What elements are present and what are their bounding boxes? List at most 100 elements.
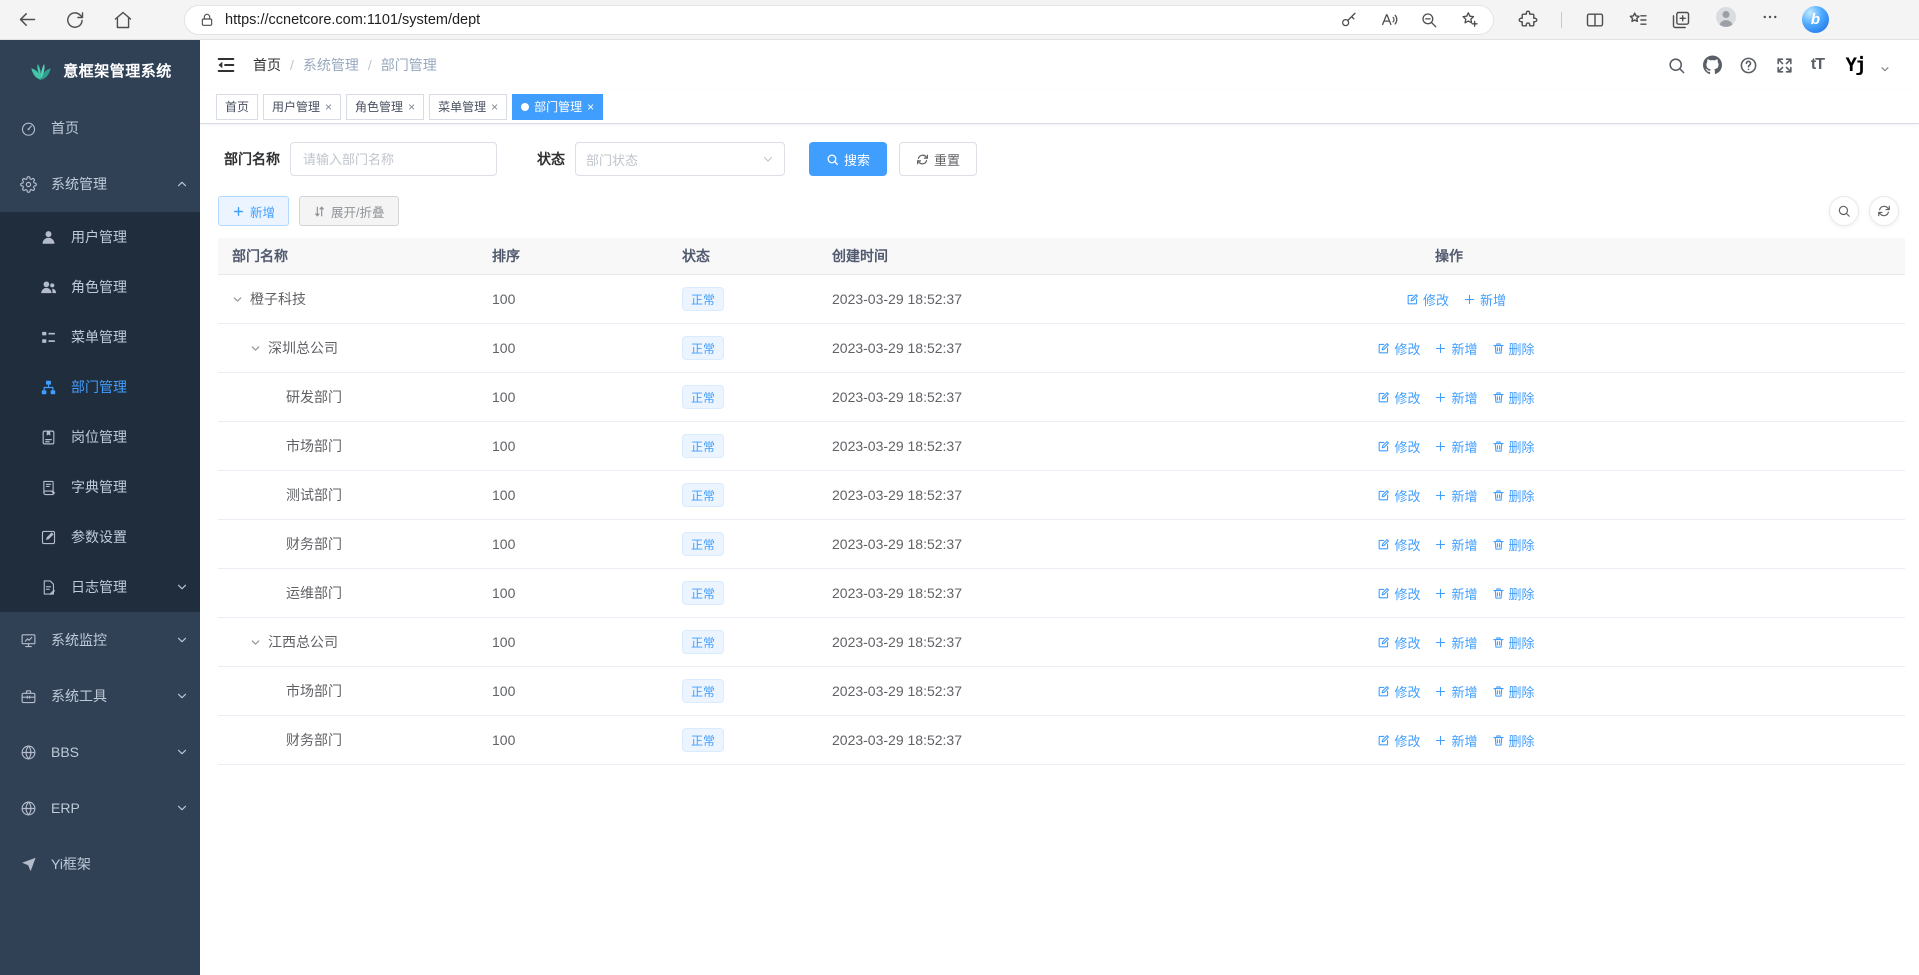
collections-icon[interactable] <box>1671 10 1691 30</box>
row-add-link[interactable]: 新增 <box>1434 437 1477 456</box>
tab-role[interactable]: 角色管理× <box>346 94 424 120</box>
row-delete-link[interactable]: 删除 <box>1492 339 1535 358</box>
sidebar-item-role[interactable]: 角色管理 <box>0 262 200 312</box>
row-delete-link[interactable]: 删除 <box>1492 486 1535 505</box>
row-add-link[interactable]: 新增 <box>1434 633 1477 652</box>
status-select[interactable]: 部门状态 <box>575 142 785 176</box>
row-edit-link[interactable]: 修改 <box>1377 731 1420 750</box>
add-favorite-icon[interactable] <box>1460 10 1479 29</box>
sidebar-item-tool[interactable]: 系统工具 <box>0 668 200 724</box>
sidebar-item-yiframe[interactable]: Yi框架 <box>0 836 200 892</box>
add-button[interactable]: 新增 <box>218 196 289 226</box>
row-delete-link[interactable]: 删除 <box>1492 388 1535 407</box>
extensions-icon[interactable] <box>1518 10 1538 30</box>
sidebar-item-param[interactable]: 参数设置 <box>0 512 200 562</box>
browser-back-button[interactable] <box>14 7 40 33</box>
sidebar-fold-icon[interactable] <box>215 54 237 76</box>
sidebar-item-erp[interactable]: ERP <box>0 780 200 836</box>
row-edit-link[interactable]: 修改 <box>1377 339 1420 358</box>
show-search-button[interactable] <box>1829 196 1859 226</box>
row-edit-link[interactable]: 修改 <box>1377 437 1420 456</box>
sidebar: 意框架管理系统 首页系统管理用户管理角色管理菜单管理部门管理岗位管理字典管理参数… <box>0 40 200 975</box>
row-expand-toggle[interactable] <box>250 637 268 648</box>
read-aloud-icon[interactable] <box>1380 11 1398 29</box>
sidebar-item-post[interactable]: 岗位管理 <box>0 412 200 462</box>
password-key-icon[interactable] <box>1340 11 1358 29</box>
row-add-link[interactable]: 新增 <box>1434 339 1477 358</box>
row-add-link[interactable]: 新增 <box>1434 731 1477 750</box>
row-add-link[interactable]: 新增 <box>1434 682 1477 701</box>
refresh-table-button[interactable] <box>1869 196 1899 226</box>
fullscreen-icon[interactable] <box>1775 56 1794 75</box>
font-size-icon[interactable]: tT <box>1811 56 1824 74</box>
address-bar[interactable]: https://ccnetcore.com:1101/system/dept <box>184 5 1494 35</box>
browser-home-button[interactable] <box>110 7 136 33</box>
tab-home[interactable]: 首页 <box>216 94 258 120</box>
tab-menu[interactable]: 菜单管理× <box>429 94 507 120</box>
browser-refresh-button[interactable] <box>62 7 88 33</box>
split-screen-icon[interactable] <box>1585 10 1605 30</box>
zoom-out-icon[interactable] <box>1420 11 1438 29</box>
close-icon[interactable]: × <box>408 100 415 114</box>
row-delete-link[interactable]: 删除 <box>1492 535 1535 554</box>
search-button[interactable]: 搜索 <box>809 142 887 176</box>
github-icon[interactable] <box>1703 56 1722 75</box>
more-options-icon[interactable] <box>1761 8 1779 31</box>
favorites-icon[interactable] <box>1628 10 1648 30</box>
row-add-link[interactable]: 新增 <box>1434 388 1477 407</box>
tab-user[interactable]: 用户管理× <box>263 94 341 120</box>
sidebar-item-monitor[interactable]: 系统监控 <box>0 612 200 668</box>
sidebar-item-home[interactable]: 首页 <box>0 100 200 156</box>
monitor-icon <box>20 632 37 649</box>
sidebar-item-log[interactable]: 日志管理 <box>0 562 200 612</box>
row-edit-link[interactable]: 修改 <box>1406 290 1449 309</box>
row-add-link[interactable]: 新增 <box>1434 535 1477 554</box>
sidebar-item-menu[interactable]: 菜单管理 <box>0 312 200 362</box>
row-expand-toggle[interactable] <box>250 343 268 354</box>
row-delete-link[interactable]: 删除 <box>1492 731 1535 750</box>
dept-name-input[interactable] <box>290 142 497 176</box>
search-icon[interactable] <box>1667 56 1686 75</box>
sidebar-item-system[interactable]: 系统管理 <box>0 156 200 212</box>
sidebar-item-dict[interactable]: 字典管理 <box>0 462 200 512</box>
status-cell: 正常 <box>668 385 818 409</box>
row-edit-link[interactable]: 修改 <box>1377 388 1420 407</box>
tab-dept[interactable]: 部门管理× <box>512 94 603 120</box>
search-icon <box>826 153 839 166</box>
avatar[interactable]: Yj <box>1841 51 1869 79</box>
close-icon[interactable]: × <box>325 100 332 114</box>
copilot-icon[interactable]: b <box>1802 6 1829 33</box>
row-delete-link[interactable]: 删除 <box>1492 633 1535 652</box>
row-delete-link[interactable]: 删除 <box>1492 682 1535 701</box>
row-edit-link[interactable]: 修改 <box>1377 584 1420 603</box>
profile-avatar-icon[interactable] <box>1714 5 1738 34</box>
row-add-link[interactable]: 新增 <box>1434 486 1477 505</box>
row-edit-link[interactable]: 修改 <box>1377 535 1420 554</box>
plant-logo-icon <box>28 57 54 83</box>
row-edit-link[interactable]: 修改 <box>1377 682 1420 701</box>
dept-name-cell: 江西总公司 <box>218 632 478 652</box>
reset-button[interactable]: 重置 <box>899 142 977 176</box>
row-delete-link[interactable]: 删除 <box>1492 437 1535 456</box>
row-delete-link[interactable]: 删除 <box>1492 584 1535 603</box>
close-icon[interactable]: × <box>491 100 498 114</box>
dept-name-cell: 橙子科技 <box>218 289 478 309</box>
sidebar-item-dept[interactable]: 部门管理 <box>0 362 200 412</box>
help-icon[interactable] <box>1739 56 1758 75</box>
row-edit-link[interactable]: 修改 <box>1377 486 1420 505</box>
chevron-down-icon <box>232 294 243 305</box>
dept-table: 部门名称 排序 状态 创建时间 操作 橙子科技100正常2023-03-29 1… <box>218 238 1905 765</box>
url-text[interactable]: https://ccnetcore.com:1101/system/dept <box>225 12 480 28</box>
row-expand-toggle[interactable] <box>232 294 250 305</box>
sidebar-item-user[interactable]: 用户管理 <box>0 212 200 262</box>
breadcrumb-item[interactable]: 首页 <box>253 55 281 75</box>
actions-cell: 修改新增删除 <box>993 388 1905 407</box>
row-edit-link[interactable]: 修改 <box>1377 633 1420 652</box>
chevron-down-icon[interactable] <box>1880 64 1890 74</box>
close-icon[interactable]: × <box>587 100 594 114</box>
expand-collapse-button[interactable]: 展开/折叠 <box>299 196 398 226</box>
row-add-link[interactable]: 新增 <box>1434 584 1477 603</box>
app-logo[interactable]: 意框架管理系统 <box>0 40 200 100</box>
sidebar-item-bbs[interactable]: BBS <box>0 724 200 780</box>
row-add-link[interactable]: 新增 <box>1463 290 1506 309</box>
